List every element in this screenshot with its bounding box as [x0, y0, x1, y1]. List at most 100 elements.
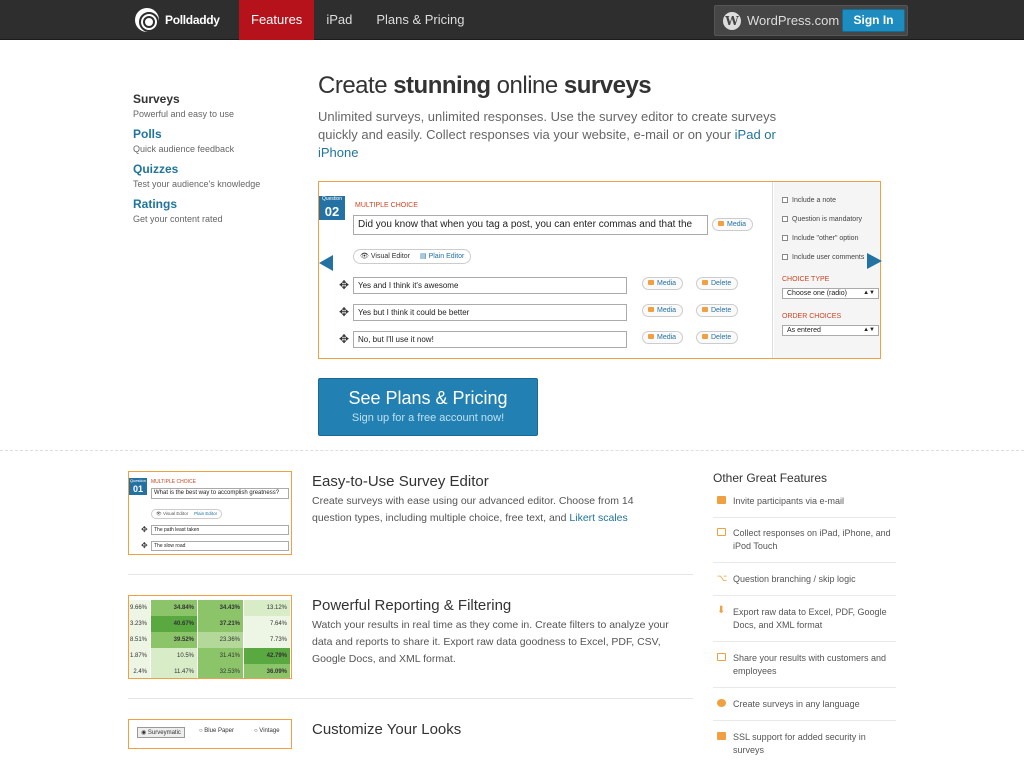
polldaddy-logo[interactable]: Polldaddy	[135, 8, 220, 32]
report-cell: 11.47%	[151, 664, 198, 678]
order-choices-select[interactable]: As entered ▲▼	[782, 325, 879, 336]
sidebar-item-desc: Quick audience feedback	[133, 144, 235, 154]
share-icon	[717, 653, 726, 661]
plain-editor-tab[interactable]: ▤ Plain Editor	[420, 253, 464, 260]
option-include-comments[interactable]: Include user comments	[782, 254, 864, 261]
choice-type-value: Choose one (radio)	[787, 290, 847, 297]
delete-label: Delete	[711, 280, 732, 287]
theme-option: ○ Vintage	[254, 728, 280, 734]
report-row: 8.51% 39.52% 23.36% 7.73%	[129, 632, 291, 648]
option-mandatory[interactable]: Question is mandatory	[782, 216, 862, 223]
report-cell: 42.79%	[244, 648, 291, 664]
top-bar: Polldaddy Features iPad Plans & Pricing …	[0, 0, 1024, 40]
option-include-other[interactable]: Include "other" option	[782, 235, 858, 242]
media-label: Media	[657, 307, 677, 314]
trash-icon	[702, 334, 708, 339]
title-bold: surveys	[563, 72, 652, 99]
plain-editor-tab: Plain Editor	[194, 511, 218, 516]
download-icon: ⬇	[717, 605, 726, 616]
survey-editor-thumbnail: Question 01 MULTIPLE CHOICE What is the b…	[128, 471, 292, 555]
nav-ipad[interactable]: iPad	[314, 0, 364, 40]
other-feature-item: Share your results with customers and em…	[713, 642, 896, 688]
plain-editor-label: Plain Editor	[428, 253, 465, 260]
question-input[interactable]: Did you know that when you tag a post, y…	[353, 215, 708, 235]
question-type-label: MULTIPLE CHOICE	[151, 479, 196, 485]
other-feature-label: SSL support for added security in survey…	[733, 732, 866, 755]
order-choices-value: As entered	[787, 327, 821, 334]
report-cell: 31.41%	[198, 648, 244, 664]
media-icon	[648, 334, 654, 339]
other-feature-label: Export raw data to Excel, PDF, Google Do…	[733, 607, 887, 630]
checkbox-icon	[782, 197, 788, 203]
answer-input[interactable]: Yes and I think it's awesome	[353, 277, 627, 294]
report-cell: 10.5%	[151, 648, 198, 664]
media-icon	[648, 307, 654, 312]
sidebar-item-title: Surveys	[133, 92, 180, 106]
wordpress-label: WordPress.com	[747, 13, 840, 28]
delete-button[interactable]: Delete	[696, 331, 739, 344]
sidebar-item-quizzes[interactable]: Quizzes Test your audience's knowledge	[133, 162, 293, 189]
drag-handle-icon[interactable]: ✥	[339, 278, 349, 292]
previous-arrow-icon[interactable]	[319, 255, 333, 271]
select-caret-icon: ▲▼	[863, 327, 875, 333]
cta-subtitle: Sign up for a free account now!	[351, 412, 505, 424]
other-feature-item: ⬇ Export raw data to Excel, PDF, Google D…	[713, 596, 896, 642]
visual-editor-tab[interactable]: Visual Editor	[371, 253, 410, 260]
answer-row: ✥ Yes and I think it's awesome	[339, 277, 629, 294]
feature-description: Watch your results in real time as they …	[312, 619, 669, 665]
envelope-icon	[717, 496, 726, 504]
likert-scales-link[interactable]: Likert scales	[569, 512, 627, 524]
report-row: 3.23% 40.67% 37.21% 7.64%	[129, 616, 291, 632]
main-nav: Features iPad Plans & Pricing	[239, 0, 477, 40]
hero-desc-text: Unlimited surveys, unlimited responses. …	[318, 109, 777, 142]
choice-type-select[interactable]: Choose one (radio) ▲▼	[782, 288, 879, 299]
nav-plans-pricing[interactable]: Plans & Pricing	[364, 0, 476, 40]
sidebar-item-title: Ratings	[133, 197, 178, 211]
editor-mode-toggle[interactable]: 👁 Visual Editor ▤ Plain Editor	[353, 249, 472, 264]
drag-handle-icon: ✥	[141, 525, 148, 534]
delete-button[interactable]: Delete	[696, 277, 739, 290]
report-row: 1.87% 10.5% 31.41% 42.79%	[129, 648, 291, 664]
report-cell: 34.43%	[198, 600, 244, 616]
editor-main: Question 02 MULTIPLE CHOICE Did you know…	[319, 182, 773, 358]
sidebar-item-title: Quizzes	[133, 162, 179, 176]
sidebar-item-desc: Get your content rated	[133, 214, 223, 224]
reporting-thumbnail: 9.66% 34.84% 34.43% 13.12% 3.23% 40.67% 37.21%…	[128, 595, 292, 679]
report-cell: 7.64%	[244, 616, 291, 632]
sidebar-item-surveys[interactable]: Surveys Powerful and easy to use	[133, 92, 293, 119]
hero-description: Unlimited surveys, unlimited responses. …	[318, 108, 788, 162]
report-cell: 2.4%	[129, 664, 151, 678]
drag-handle-icon[interactable]: ✥	[339, 305, 349, 319]
other-feature-label: Share your results with customers and em…	[733, 653, 887, 676]
theme-option-label: Vintage	[259, 728, 280, 734]
answer-input[interactable]: Yes but I think it could be better	[353, 304, 627, 321]
delete-button[interactable]: Delete	[696, 304, 739, 317]
logo-text: Polldaddy	[165, 13, 220, 27]
question-badge: Question 01	[129, 478, 147, 495]
sidebar-item-ratings[interactable]: Ratings Get your content rated	[133, 197, 293, 224]
nav-features[interactable]: Features	[239, 0, 315, 40]
media-button[interactable]: Media	[642, 277, 684, 290]
report-cell: 40.67%	[151, 616, 198, 632]
feature-description: Create surveys with ease using our advan…	[312, 493, 672, 527]
report-cell: 37.21%	[198, 616, 244, 632]
sign-in-button[interactable]: Sign In	[842, 9, 905, 32]
media-label: Media	[727, 221, 747, 228]
globe-icon	[717, 699, 726, 707]
report-cell: 7.73%	[244, 632, 291, 648]
sidebar-item-polls[interactable]: Polls Quick audience feedback	[133, 127, 293, 154]
report-cell: 32.53%	[198, 664, 244, 678]
editor-options-panel: Include a note Question is mandatory Inc…	[774, 182, 880, 358]
answer-input[interactable]: No, but I'll use it now!	[353, 331, 627, 348]
media-button[interactable]: Media	[712, 218, 754, 231]
report-cell: 8.51%	[129, 632, 151, 648]
drag-handle-icon[interactable]: ✥	[339, 332, 349, 346]
trash-icon	[702, 307, 708, 312]
media-button[interactable]: Media	[642, 304, 684, 317]
media-button[interactable]: Media	[642, 331, 684, 344]
see-plans-button[interactable]: See Plans & Pricing Sign up for a free a…	[318, 378, 538, 436]
option-include-note[interactable]: Include a note	[782, 197, 836, 204]
other-feature-item: Create surveys in any language	[713, 688, 896, 721]
option-label: Include "other" option	[792, 235, 859, 242]
answer-input: The slow road	[151, 541, 289, 551]
